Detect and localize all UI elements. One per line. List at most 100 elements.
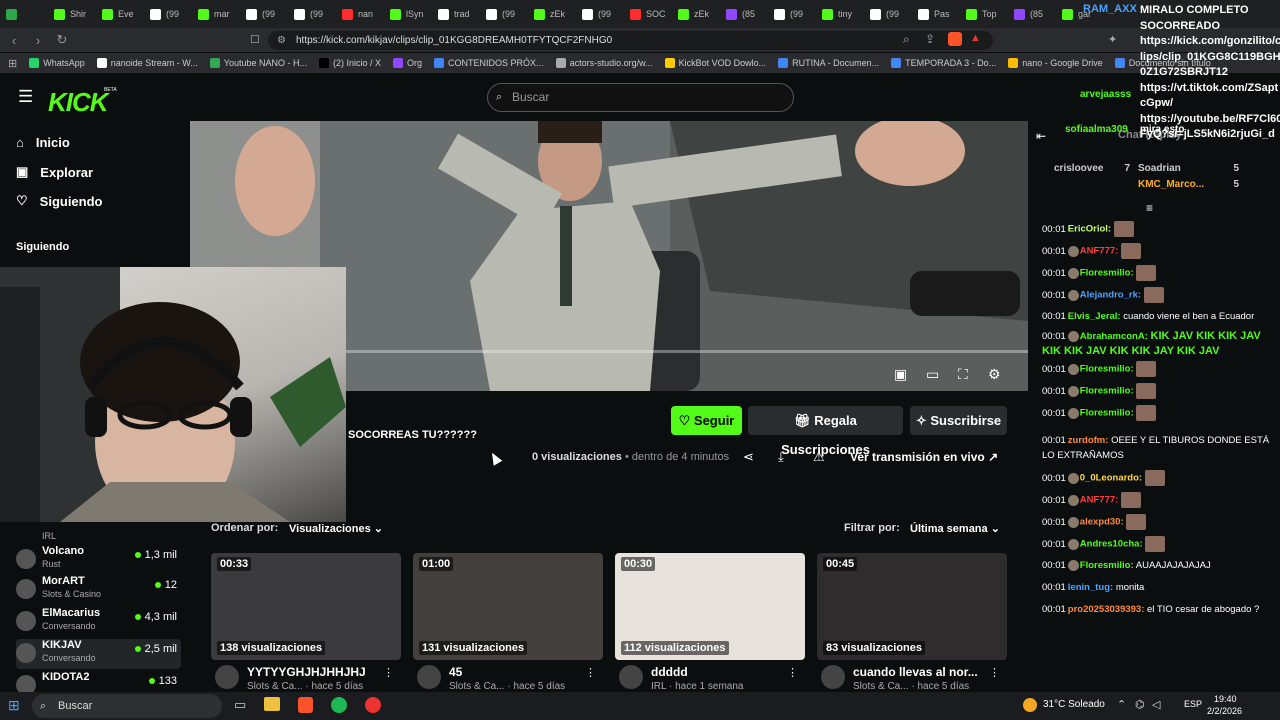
brave-shield-icon[interactable] — [948, 32, 962, 46]
browser-tab[interactable]: zEk — [528, 0, 576, 28]
chat-username[interactable]: Andres10cha: — [1080, 539, 1143, 550]
clip-card-title[interactable]: cuando llevas al nor... — [853, 665, 978, 679]
share-icon[interactable]: ⋖ — [743, 449, 754, 465]
watch-live-link[interactable]: Ver transmisión en vivo ↗ — [850, 450, 998, 464]
nav-explorar[interactable]: ▣ Explorar — [16, 164, 93, 180]
browser-tab[interactable]: nan — [336, 0, 384, 28]
bookmark-item[interactable]: WhatsApp — [29, 58, 85, 68]
chat-username[interactable]: Floresmilio: — [1080, 408, 1134, 419]
browser-tab[interactable]: zEk — [672, 0, 720, 28]
chat-username[interactable]: Floresmilio: — [1080, 560, 1134, 571]
volume-icon[interactable]: ◁ — [1152, 698, 1160, 711]
chat-username[interactable]: 0_0Leonardo: — [1080, 473, 1142, 484]
miniplayer-icon[interactable]: ▣ — [894, 366, 907, 383]
browser-tab[interactable]: (99 — [768, 0, 816, 28]
bookmark-icon[interactable]: ☐ — [250, 33, 260, 46]
bookmark-item[interactable]: KickBot VOD Dowlo... — [664, 58, 766, 68]
top-chatter[interactable]: crisloovee 7 — [1054, 163, 1134, 179]
browser-tab[interactable]: (99 — [240, 0, 288, 28]
chat-username[interactable]: AbrahamconA: — [1080, 331, 1148, 342]
kebab-menu-icon[interactable]: ⋮ — [989, 666, 1000, 679]
rewards-icon[interactable]: ▲ — [970, 32, 981, 44]
tray-chevron-icon[interactable]: ⌃ — [1117, 698, 1126, 711]
reload-icon[interactable]: ↻ — [52, 32, 72, 48]
chat-username[interactable]: Alejandro_rk: — [1080, 290, 1141, 301]
download-icon[interactable]: ⤓ — [778, 449, 784, 465]
language-indicator[interactable]: ESP — [1184, 699, 1202, 709]
kick-logo[interactable]: KICK — [48, 87, 109, 118]
browser-tab[interactable]: (85 — [720, 0, 768, 28]
theatre-mode-icon[interactable]: ▭ — [926, 366, 939, 383]
chat-username[interactable]: Floresmilio: — [1080, 268, 1134, 279]
bookmark-item[interactable]: (2) Inicio / X — [319, 58, 381, 68]
task-view-icon[interactable]: ▭ — [234, 697, 246, 713]
browser-tab[interactable]: (99 — [144, 0, 192, 28]
chat-username[interactable]: ANF777: — [1080, 246, 1119, 257]
kebab-menu-icon[interactable]: ⋮ — [787, 666, 798, 679]
extensions-icon[interactable]: ✦ — [1108, 33, 1117, 46]
top-chatter[interactable]: Soadrian 5 — [1138, 163, 1243, 179]
menu-icon[interactable]: ☰ — [18, 87, 33, 107]
bookmark-item[interactable]: Youtube NANO - H... — [209, 58, 307, 68]
report-icon[interactable]: ⚠ — [813, 449, 825, 465]
browser-tab[interactable]: Shir — [48, 0, 96, 28]
chat-username[interactable]: EricOriol: — [1068, 224, 1111, 235]
browser-tab[interactable]: (99 — [480, 0, 528, 28]
clip-thumbnail[interactable]: 00:45 83 visualizaciones — [817, 553, 1007, 660]
filter-dropdown[interactable]: Última semana ⌄ — [910, 522, 1000, 535]
bookmark-item[interactable]: Org — [393, 58, 422, 68]
site-info-icon[interactable]: ⚙ — [277, 31, 286, 50]
clip-thumbnail[interactable]: 00:30 112 visualizaciones — [615, 553, 805, 660]
forward-icon[interactable]: › — [28, 33, 48, 48]
nav-inicio[interactable]: ⌂ Inicio — [16, 135, 70, 150]
subscribe-button[interactable]: ✧ Suscribirse — [910, 406, 1007, 435]
following-channel[interactable]: MorART Slots & Casino 12 — [16, 575, 181, 605]
browser-tab[interactable]: Eve — [96, 0, 144, 28]
kebab-menu-icon[interactable]: ⋮ — [585, 666, 596, 679]
bookmark-item[interactable]: RUTINA - Documen... — [778, 58, 879, 68]
following-channel[interactable]: KIKJAV Conversando 2,5 mil — [16, 639, 181, 669]
fullscreen-icon[interactable]: ⛶ — [958, 366, 968, 383]
apps-icon[interactable]: ⊞ — [8, 57, 17, 70]
browser-tab[interactable]: Top — [960, 0, 1008, 28]
browser-tab[interactable]: tiny — [816, 0, 864, 28]
kebab-menu-icon[interactable]: ⋮ — [383, 666, 394, 679]
chat-username[interactable]: alexpd30: — [1080, 517, 1124, 528]
weather-text[interactable]: 31°C Soleado — [1043, 699, 1105, 710]
chat-username[interactable]: ANF777: — [1080, 495, 1119, 506]
following-channel[interactable]: Volcano Rust 1,3 mil — [16, 545, 181, 575]
spotify-icon[interactable] — [331, 697, 347, 713]
clip-card-title[interactable]: 45 — [449, 665, 462, 679]
obs-icon[interactable] — [365, 697, 381, 713]
chat-username[interactable]: lenin_tug: — [1068, 582, 1113, 593]
clip-thumbnail[interactable]: 00:33 138 visualizaciones — [211, 553, 401, 660]
chat-username[interactable]: zurdofm: — [1068, 435, 1109, 446]
browser-tab[interactable]: mar — [192, 0, 240, 28]
browser-tab[interactable]: lSyn — [384, 0, 432, 28]
clip-card-title[interactable]: YYTYYGHJHJHHJHJ — [247, 665, 366, 679]
pinned-menu-icon[interactable]: ≡ — [1146, 201, 1153, 215]
zoom-icon[interactable]: ⌕ — [903, 32, 910, 47]
collapse-chat-icon[interactable]: ⇤ — [1036, 129, 1046, 143]
browser-tab[interactable]: SOC — [624, 0, 672, 28]
bookmark-item[interactable]: actors-studio.org/w... — [555, 58, 653, 68]
file-explorer-icon[interactable] — [264, 697, 280, 711]
bookmark-item[interactable]: TEMPORADA 3 - Do... — [891, 58, 996, 68]
address-bar[interactable]: ⚙ https://kick.com/kikjav/clips/clip_01K… — [268, 31, 993, 50]
clip-thumbnail[interactable]: 01:00 131 visualizaciones — [413, 553, 603, 660]
taskbar-search[interactable]: ⌕ Buscar — [32, 694, 222, 718]
search-input[interactable]: ⌕ Buscar — [487, 83, 794, 112]
browser-tab[interactable] — [0, 0, 48, 28]
browser-tab[interactable]: (99 — [288, 0, 336, 28]
gift-subs-button[interactable]: 🎁︎ Regala Suscripciones — [748, 406, 903, 457]
clock-date[interactable]: 2/2/2026 — [1207, 706, 1242, 716]
browser-tab[interactable]: (85 — [1008, 0, 1056, 28]
browser-tab[interactable]: trad — [432, 0, 480, 28]
chat-username[interactable]: Elvis_Jeral: — [1068, 311, 1121, 322]
network-icon[interactable]: ⌬ — [1135, 698, 1145, 711]
progress-bar[interactable] — [345, 350, 1028, 353]
follow-button[interactable]: ♡ Seguir — [671, 406, 742, 435]
bookmark-item[interactable]: CONTENIDOS PRÓX... — [434, 58, 544, 68]
top-chatter[interactable]: KMC_Marco... 5 — [1138, 179, 1243, 195]
following-channel[interactable]: ElMacarius Conversando 4,3 mil — [16, 607, 181, 637]
